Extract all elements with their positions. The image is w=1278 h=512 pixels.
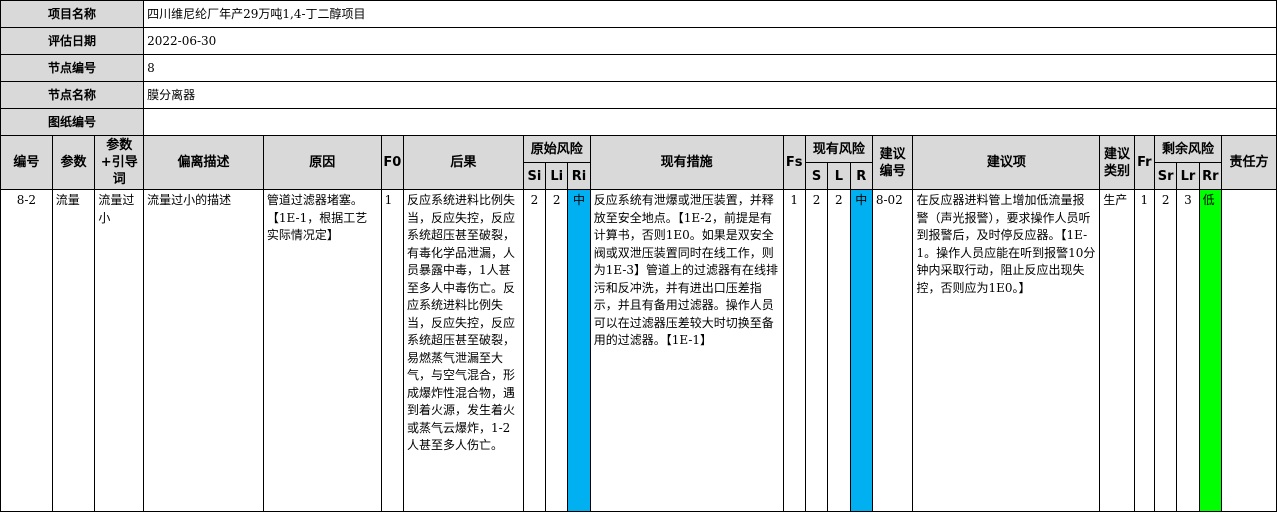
header-sr: Sr — [1153, 162, 1178, 190]
header-ri: Ri — [567, 162, 591, 190]
cell-sr: 2 — [1153, 189, 1178, 512]
info-row-date: 评估日期 2022-06-30 — [0, 27, 1277, 55]
node-no-label: 节点编号 — [0, 54, 145, 82]
cell-li: 2 — [545, 189, 569, 512]
header-rec-no: 建议编号 — [871, 135, 914, 190]
cell-f0: 1 — [380, 189, 404, 512]
header-consequence: 后果 — [402, 135, 524, 190]
cell-rr: 低 — [1198, 189, 1222, 512]
header-rec: 建议项 — [912, 135, 1101, 190]
header-rr: Rr — [1198, 162, 1222, 190]
column-header-row-1: 编号 参数 参数+引导词 偏离描述 原因 F0 后果 原始风险 现有措施 Fs … — [0, 135, 1278, 190]
date-value: 2022-06-30 — [143, 27, 1277, 55]
info-row-node-no: 节点编号 8 — [0, 54, 1277, 82]
header-si: Si — [522, 162, 547, 190]
header-owner: 责任方 — [1220, 135, 1278, 190]
header-no: 编号 — [0, 135, 53, 190]
node-name-value: 膜分离器 — [143, 81, 1277, 109]
header-cur-risk: 现有风险 — [804, 135, 873, 163]
drawing-value — [143, 108, 1277, 136]
header-deviation: 偏离描述 — [143, 135, 264, 190]
header-lr: Lr — [1176, 162, 1200, 190]
cell-no: 8-2 — [0, 189, 53, 512]
hazop-table: 项目名称 四川维尼纶厂年产29万吨1,4-丁二醇项目 评估日期 2022-06-… — [0, 0, 1278, 512]
cell-owner — [1220, 189, 1278, 512]
cell-consequence: 反应系统进料比例失当，反应失控，反应系统超压甚至破裂，有毒化学品泄漏，人员暴露中… — [402, 189, 524, 512]
node-name-label: 节点名称 — [0, 81, 145, 109]
header-r: R — [849, 162, 873, 190]
cell-rec-no: 8-02 — [871, 189, 914, 512]
table-row: 8-2 流量 流量过小 流量过小的描述 管道过滤器堵塞。【1E-1，根据工艺实际… — [0, 189, 1278, 512]
header-measures: 现有措施 — [589, 135, 784, 190]
header-li: Li — [545, 162, 569, 190]
cell-cause: 管道过滤器堵塞。【1E-1，根据工艺实际情况定】 — [262, 189, 382, 512]
cell-param: 流量 — [51, 189, 96, 512]
header-cause: 原因 — [262, 135, 382, 190]
cell-deviation: 流量过小的描述 — [143, 189, 264, 512]
header-guide: 参数+引导词 — [94, 135, 145, 190]
cell-lr: 3 — [1176, 189, 1200, 512]
cell-r: 中 — [849, 189, 873, 512]
info-row-project: 项目名称 四川维尼纶厂年产29万吨1,4-丁二醇项目 — [0, 0, 1277, 28]
header-param: 参数 — [51, 135, 96, 190]
project-name-value: 四川维尼纶厂年产29万吨1,4-丁二醇项目 — [143, 0, 1277, 28]
cell-l: 2 — [827, 189, 851, 512]
info-row-node-name: 节点名称 膜分离器 — [0, 81, 1277, 109]
header-fs: Fs — [782, 135, 806, 190]
cell-guide: 流量过小 — [94, 189, 145, 512]
cell-si: 2 — [522, 189, 547, 512]
cell-rec: 在反应器进料管上增加低流量报警（声光报警），要求操作人员听到报警后，及时停反应器… — [912, 189, 1101, 512]
header-res-risk: 剩余风险 — [1154, 135, 1222, 163]
header-f0: F0 — [380, 135, 404, 190]
cell-s: 2 — [804, 189, 829, 512]
project-name-label: 项目名称 — [0, 0, 145, 28]
cell-fs: 1 — [782, 189, 806, 512]
drawing-label: 图纸编号 — [0, 108, 145, 136]
cell-ri: 中 — [567, 189, 591, 512]
header-rec-type: 建议类别 — [1099, 135, 1135, 190]
info-row-drawing: 图纸编号 — [0, 108, 1277, 136]
cell-fr: 1 — [1133, 189, 1156, 512]
header-l: L — [827, 162, 851, 190]
date-label: 评估日期 — [0, 27, 145, 55]
header-s: S — [804, 162, 829, 190]
header-orig-risk: 原始风险 — [522, 135, 591, 163]
node-no-value: 8 — [143, 54, 1277, 82]
cell-rec-type: 生产 — [1099, 189, 1135, 512]
cell-measures: 反应系统有泄爆或泄压装置，并释放至安全地点。【1E-2，前提是有计算书，否则1E… — [589, 189, 784, 512]
header-fr: Fr — [1133, 135, 1156, 190]
